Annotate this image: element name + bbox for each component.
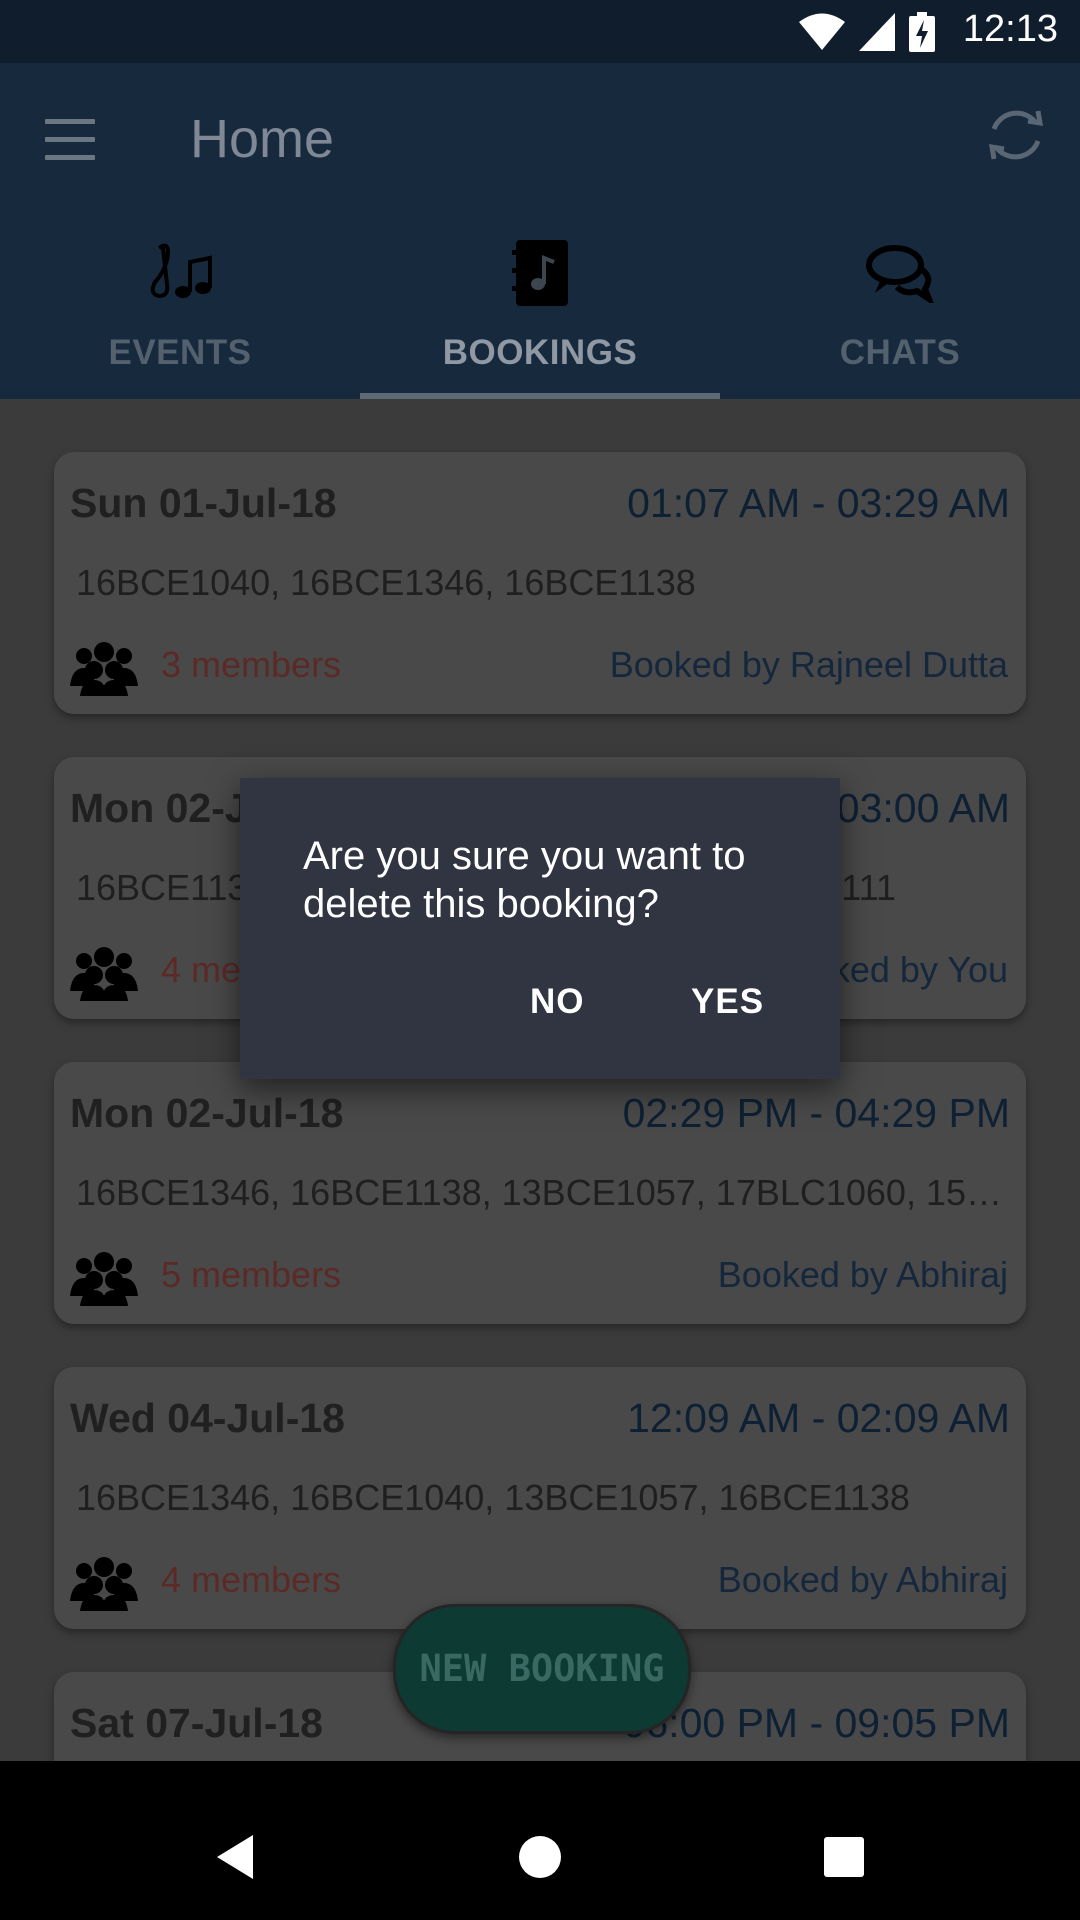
booking-date: Sat 07-Jul-18 — [70, 1700, 323, 1746]
page-title: Home — [190, 109, 335, 169]
booking-time: 01:07 AM - 03:29 AM — [627, 480, 1010, 526]
signal-icon — [859, 13, 895, 51]
delete-confirm-dialog: Are you sure you want to delete this boo… — [240, 778, 840, 1079]
new-booking-button[interactable]: NEW BOOKING — [393, 1604, 691, 1734]
booked-by: ked by You — [831, 949, 1008, 990]
member-count: 5 members — [161, 1254, 342, 1295]
booked-by: Booked by Rajneel Dutta — [609, 644, 1008, 685]
booked-by: Booked by Abhiraj — [717, 1254, 1008, 1295]
group-icon — [70, 1252, 138, 1306]
battery-charging-icon — [909, 12, 935, 52]
booked-by: Booked by Abhiraj — [717, 1559, 1008, 1600]
tab-chats-label: CHATS — [839, 333, 961, 372]
booking-date: Sun 01-Jul-18 — [70, 480, 337, 526]
booking-members: 16BCE1346, 16BCE1040, 13BCE1057, 16BCE11… — [76, 1477, 910, 1518]
music-notes-icon — [150, 243, 212, 299]
booking-date: Wed 04-Jul-18 — [70, 1395, 345, 1441]
chat-bubbles-icon — [866, 245, 934, 303]
tab-bookings-label: BOOKINGS — [442, 333, 638, 372]
dialog-message: Are you sure you want to delete this boo… — [303, 834, 746, 926]
wifi-icon — [799, 13, 845, 50]
group-icon — [70, 947, 138, 1001]
booking-card[interactable]: Sun 01-Jul-18 01:07 AM - 03:29 AM 16BCE1… — [54, 452, 1026, 714]
group-icon — [70, 1557, 138, 1611]
booking-time: 12:09 AM - 02:09 AM — [627, 1395, 1010, 1441]
booking-card[interactable]: Mon 02-Jul-18 02:29 PM - 04:29 PM 16BCE1… — [54, 1062, 1026, 1324]
booking-members: 16BCE1346, 16BCE1138, 13BCE1057, 17BLC10… — [76, 1172, 1006, 1213]
home-icon[interactable] — [480, 1794, 600, 1920]
dialog-no-button[interactable]: NO — [530, 982, 585, 1022]
tab-chats[interactable]: CHATS — [720, 233, 1080, 399]
nav-bar-spacer — [0, 1761, 1080, 1794]
tab-bookings[interactable]: BOOKINGS — [360, 233, 720, 399]
status-icons — [799, 12, 935, 52]
booking-card[interactable]: Wed 04-Jul-18 12:09 AM - 02:09 AM 16BCE1… — [54, 1367, 1026, 1629]
member-count: 4 members — [161, 1559, 342, 1600]
music-book-icon — [512, 240, 568, 306]
booking-members-tail: 111 — [841, 867, 896, 908]
booking-list[interactable]: Sun 01-Jul-18 01:07 AM - 03:29 AM 16BCE1… — [0, 399, 1080, 1761]
booking-date: Mon 02-J — [70, 785, 248, 831]
status-bar: 12:13 — [0, 0, 1080, 63]
dialog-yes-button[interactable]: YES — [691, 982, 764, 1022]
group-icon — [70, 642, 138, 696]
member-count: 4 me — [161, 949, 242, 990]
member-count: 3 members — [161, 644, 342, 685]
app-bar: Home EVENTS BOOKINGS CHATS — [0, 63, 1080, 399]
tab-events-label: EVENTS — [108, 333, 252, 372]
booking-members: 16BCE1040, 16BCE1346, 16BCE1138 — [76, 562, 696, 603]
status-time: 12:13 — [962, 8, 1058, 50]
system-nav-bar — [0, 1794, 1080, 1920]
booking-date: Mon 02-Jul-18 — [70, 1090, 344, 1136]
back-icon[interactable] — [175, 1794, 295, 1920]
booking-time: 03:00 AM — [836, 785, 1010, 831]
refresh-icon[interactable] — [982, 101, 1050, 169]
booking-time: 02:29 PM - 04:29 PM — [622, 1090, 1010, 1136]
tab-events[interactable]: EVENTS — [0, 233, 360, 399]
menu-icon[interactable] — [45, 119, 99, 161]
recents-icon[interactable] — [784, 1794, 904, 1920]
booking-time: 06:00 PM - 09:05 PM — [622, 1700, 1010, 1746]
